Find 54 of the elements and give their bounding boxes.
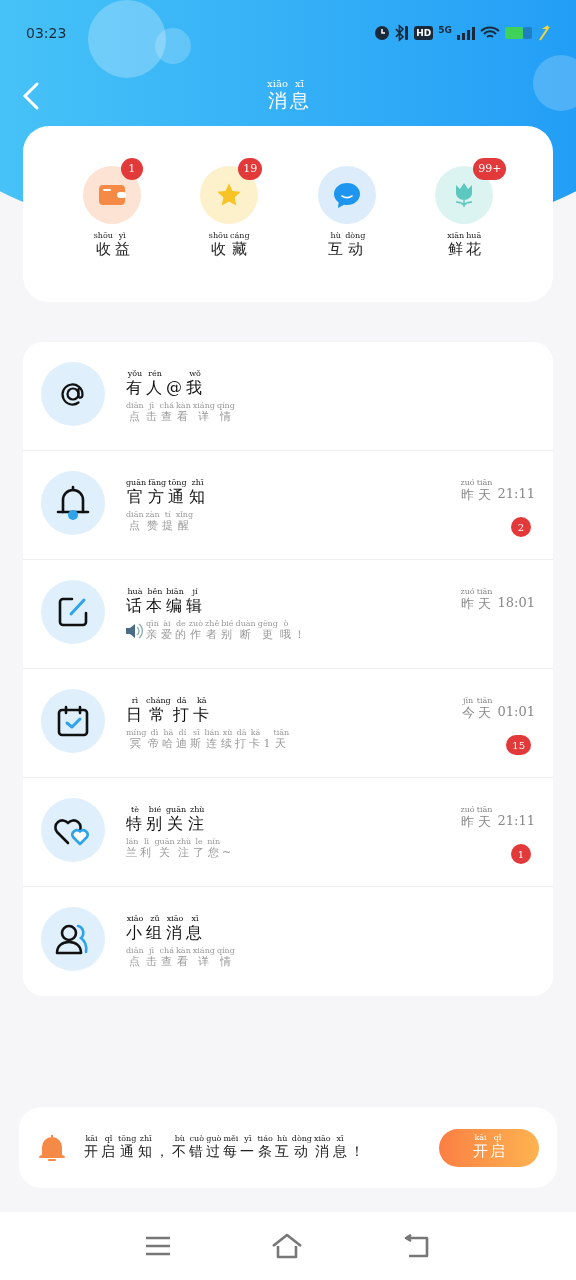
message-row[interactable]: guān 官 fāng 方 tōng 通 zhī 知 diǎn 点 zàn 赞 tí 提 xǐng 醒 zuó 昨 tiān 天 21:11 2 (23, 451, 553, 560)
home-icon[interactable] (271, 1233, 303, 1259)
banner-text: kāi 开 qǐ 启 tōng 通 zhī 知， bù 不 cuò 错 guò 过 měi 每 yī 一 tiáo 条 hù 互 dòng 动 xiāo 消 xī 息！ (83, 1134, 366, 1161)
category-label: shōu 收 cáng 藏 (207, 232, 251, 259)
status-time: 03:23 (26, 23, 67, 43)
bubble-decoration (533, 55, 576, 111)
message-title: huà 话 běn 本 biān 编 jí 辑 (125, 588, 205, 616)
message-row[interactable]: tè 特 bié 别 guān 关 zhù 注 lán 兰 lì 利 guān 关 zhù 注 le 了 nín 您 ~ zuó 昨 tiān 天 21:11 1 (23, 778, 553, 887)
message-time: zuó 昨 tiān 天 21:11 (459, 479, 535, 504)
calendar-check-icon (56, 704, 90, 738)
message-row[interactable]: huà 话 běn 本 biān 编 jí 辑 qīn 亲 ài 爱 de 的 zuò 作 zhě 者 bié 别 duàn 断 gēng 更 ò 哦 ！ zuó 昨 tiān 天 18:01 (23, 560, 553, 669)
battery-icon (505, 26, 533, 40)
message-row[interactable]: rì 日 cháng 常 dǎ 打 kǎ 卡 míng 冥 dì 帝 hā 哈 dí 迪 sī 斯 lián 连 xù 续 dǎ 打 kǎ 卡 1 tiān 天 jīn 今 tiān 天 01:01 15 (23, 669, 553, 778)
message-preview: diǎn 点 jī 击 chá 查 kàn 看 xiáng 详 qíng 情 (125, 402, 236, 424)
wallet-icon (97, 183, 126, 207)
chat-bubble-icon (331, 181, 362, 209)
bell-icon (37, 1132, 67, 1163)
unread-badge: 15 (506, 735, 531, 756)
category-item[interactable]: hù 互 dòng 动 (306, 166, 387, 302)
message-time: zuó 昨 tiān 天 21:11 (459, 806, 535, 831)
category-label: hù 互 dòng 动 (327, 232, 367, 259)
page-title: xiāo 消 xī 息 (266, 79, 310, 113)
message-time: zuó 昨 tiān 天 18:01 (459, 588, 535, 613)
message-title: rì 日 cháng 常 dǎ 打 kǎ 卡 (125, 697, 212, 725)
message-row[interactable]: xiǎo 小 zǔ 组 xiāo 消 xī 息 diǎn 点 jī 击 chá 查 kàn 看 xiáng 详 qíng 情 (23, 887, 553, 996)
message-preview: qīn 亲 ài 爱 de 的 zuò 作 zhě 者 bié 别 duàn 断 gēng 更 ò 哦 ！ (145, 620, 307, 642)
message-title: yǒu 有 rén 人@ wǒ 我 (125, 370, 205, 398)
count-badge: 1 (120, 158, 143, 180)
message-time: jīn 今 tiān 天 01:01 (460, 697, 535, 722)
category-label: shōu 收 yì 益 (92, 232, 131, 259)
bell-icon (55, 484, 91, 522)
back-arrow-icon[interactable] (403, 1234, 431, 1258)
menu-icon[interactable] (145, 1235, 171, 1257)
unread-badge: 2 (511, 517, 531, 538)
network-label: 5G (438, 24, 452, 37)
alarm-icon (374, 25, 391, 41)
message-preview: míng 冥 dì 帝 hā 哈 dí 迪 sī 斯 lián 连 xù 续 dǎ 打 kǎ 卡 1 tiān 天 (125, 729, 291, 751)
bluetooth-icon (395, 24, 410, 42)
hd-badge: HD (414, 26, 434, 40)
count-badge: 19 (238, 158, 263, 180)
message-title: guān 官 fāng 方 tōng 通 zhī 知 (125, 479, 208, 507)
signal-icon (457, 26, 475, 40)
message-preview: lán 兰 lì 利 guān 关 zhù 注 le 了 nín 您 ~ (125, 838, 234, 860)
message-row[interactable]: yǒu 有 rén 人@ wǒ 我 diǎn 点 jī 击 chá 查 kàn 看 xiáng 详 qíng 情 (23, 342, 553, 451)
message-preview: diǎn 点 jī 击 chá 查 kàn 看 xiáng 详 qíng 情 (125, 947, 236, 969)
message-title: tè 特 bié 别 guān 关 zhù 注 (125, 806, 208, 834)
message-preview: diǎn 点 zàn 赞 tí 提 xǐng 醒 (125, 511, 195, 533)
count-badge: 99+ (473, 158, 507, 180)
wifi-icon (480, 26, 500, 40)
category-label: xiān 鲜 huā 花 (446, 232, 483, 259)
charging-icon (538, 25, 550, 41)
unread-badge: 1 (511, 844, 531, 865)
edit-icon (56, 595, 90, 629)
message-title: xiǎo 小 zǔ 组 xiāo 消 xī 息 (125, 915, 205, 943)
